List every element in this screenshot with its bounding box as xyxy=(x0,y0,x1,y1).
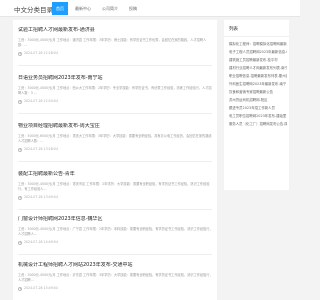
article-meta: 2024-07-28 13:28:04 xyxy=(18,147,214,152)
divider xyxy=(18,113,212,114)
article-date: 2024-07-28 14:49:04 xyxy=(24,240,58,244)
sidebar-link[interactable]: 苏州货运司机招聘网-阳区 xyxy=(229,96,287,104)
divider xyxy=(18,161,212,162)
article-date: 2024-07-28 13:49:04 xyxy=(24,195,58,199)
sidebar-list: 模拟化工程师：招聘模拟化招聘网最新发布列表-仙客 电子工程人员招聘网2023年最… xyxy=(229,40,287,128)
clock-icon xyxy=(18,51,22,56)
sidebar-link[interactable]: 电工员职位招聘网2023年发布-建始里 xyxy=(229,112,287,120)
article-excerpt: 工资：3000元-4500元/月 工作地点：西乡大工作年限：2年学历：专业学技能… xyxy=(18,86,212,95)
clock-icon xyxy=(18,147,22,152)
main-nav: 首页 最新中心 公司简介 投稿 xyxy=(52,2,144,15)
sidebar-link[interactable]: 服务人员（化工厂）招聘网发布公告-陕北 xyxy=(229,120,287,128)
divider xyxy=(18,65,212,66)
article-title[interactable]: 物业项目经理招聘最新发布-周大宝庄 xyxy=(18,123,214,130)
list-item: 物业项目经理招聘最新发布-周大宝庄 工资：5000元-6500元/月 工作地点：… xyxy=(18,123,214,152)
nav-latest[interactable]: 最新中心 xyxy=(71,2,95,15)
article-meta: 2024-07-28 12:28:04 xyxy=(18,51,214,56)
list-item: 日语业务员招聘网2023年发布-南宁站 工资：3000元-4500元/月 工作地… xyxy=(18,75,214,104)
sidebar-link[interactable]: 建材行业招聘人才网最新发布列表-南宁 xyxy=(229,64,287,72)
article-date: 2024-07-28 12:28:04 xyxy=(24,51,58,55)
sidebar: 列表 模拟化工程师：招聘模拟化招聘网最新发布列表-仙客 电子工程人员招聘网202… xyxy=(224,20,289,190)
nav-company[interactable]: 公司简介 xyxy=(98,2,122,15)
article-excerpt: 工资：3000元-4500元/月 工作地点：广宁县 工作年限：2年学历：本科技能… xyxy=(18,227,213,236)
article-excerpt: 工资：3000元-4500元/月 工作地点：沂东县 工作年限：3年学历：大学技能… xyxy=(18,273,213,282)
list-item: 机械设计工程师招聘人才网站2023年发布-交通中站 工资：3000元-4500元… xyxy=(18,262,214,291)
article-excerpt: 工资：3000元-4500元/月 工作地点：重庆市区 工作年限：2年学历：大学技… xyxy=(18,182,210,191)
sidebar-link[interactable]: 电子工程人员招聘网2023年最新信息-韩营区 xyxy=(229,48,287,56)
divider xyxy=(18,209,212,210)
top-navigation-bar: 中文分类目录 首页 最新中心 公司简介 投稿 xyxy=(0,0,300,17)
clock-icon xyxy=(18,195,22,200)
divider xyxy=(224,36,289,37)
article-list: 试验工招聘人才网最新发布-通济县 工资：3000元-4500元/月 工作地点：通… xyxy=(13,20,217,300)
article-title[interactable]: 装配工招聘最新公告-青年 xyxy=(18,171,214,178)
clock-icon xyxy=(18,240,22,245)
list-item: 试验工招聘人才网最新发布-通济县 工资：3000元-4500元/月 工作地点：通… xyxy=(18,27,214,56)
article-excerpt: 工资：5000元-6500元/月 工作地点：重庆大工作年限：3年学历：大学技能：… xyxy=(18,134,212,143)
article-date: 2024-07-28 12:54:04 xyxy=(24,99,58,103)
article-title[interactable]: 机械设计工程师招聘人才网站2023年发布-交通中站 xyxy=(18,262,214,269)
sidebar-link[interactable]: 跟进专员2023年招工作新人员 xyxy=(229,104,287,112)
nav-home[interactable]: 首页 xyxy=(52,2,68,15)
article-meta: 2024-07-28 14:49:04 xyxy=(18,240,214,245)
clock-icon xyxy=(18,99,22,104)
article-excerpt: 工资：3000元-4500元/月 工作地点：通济县 工作年限：3年学历：博士技能… xyxy=(18,38,207,47)
sidebar-link[interactable]: 外科医生招聘网2023年最新发布-南宁 xyxy=(229,80,287,88)
clock-icon xyxy=(18,286,22,291)
article-title[interactable]: 门窗设计师招聘网2023年信息-魏华区 xyxy=(18,216,214,223)
article-title[interactable]: 日语业务员招聘网2023年发布-南宁站 xyxy=(18,75,214,82)
article-date: 2024-07-28 15:49:04 xyxy=(24,286,58,290)
sidebar-link[interactable]: 职业招聘信息-招聘最新发布列表-衢州区 xyxy=(229,72,287,80)
site-logo[interactable]: 中文分类目录 xyxy=(14,4,53,14)
sidebar-title: 列表 xyxy=(229,27,238,32)
sidebar-link[interactable]: 饮食和营销专家招聘最新公告 xyxy=(229,88,287,96)
article-title[interactable]: 试验工招聘人才网最新发布-通济县 xyxy=(18,27,214,34)
article-meta: 2024-07-28 13:49:04 xyxy=(18,195,214,200)
sidebar-link[interactable]: 模拟化工程师：招聘模拟化招聘网最新发布列表-仙客 xyxy=(229,40,287,48)
article-meta: 2024-07-28 12:54:04 xyxy=(18,99,214,104)
list-item: 门窗设计师招聘网2023年信息-魏华区 工资：3000元-4500元/月 工作地… xyxy=(18,216,214,245)
divider xyxy=(18,254,212,255)
article-meta: 2024-07-28 15:49:04 xyxy=(18,286,214,291)
nav-submit[interactable]: 投稿 xyxy=(125,2,141,15)
article-date: 2024-07-28 13:28:04 xyxy=(24,147,58,151)
list-item: 装配工招聘最新公告-青年 工资：3000元-4500元/月 工作地点：重庆市区 … xyxy=(18,171,214,200)
sidebar-link[interactable]: 建筑施工员招聘最新发布-桂平村 xyxy=(229,56,287,64)
